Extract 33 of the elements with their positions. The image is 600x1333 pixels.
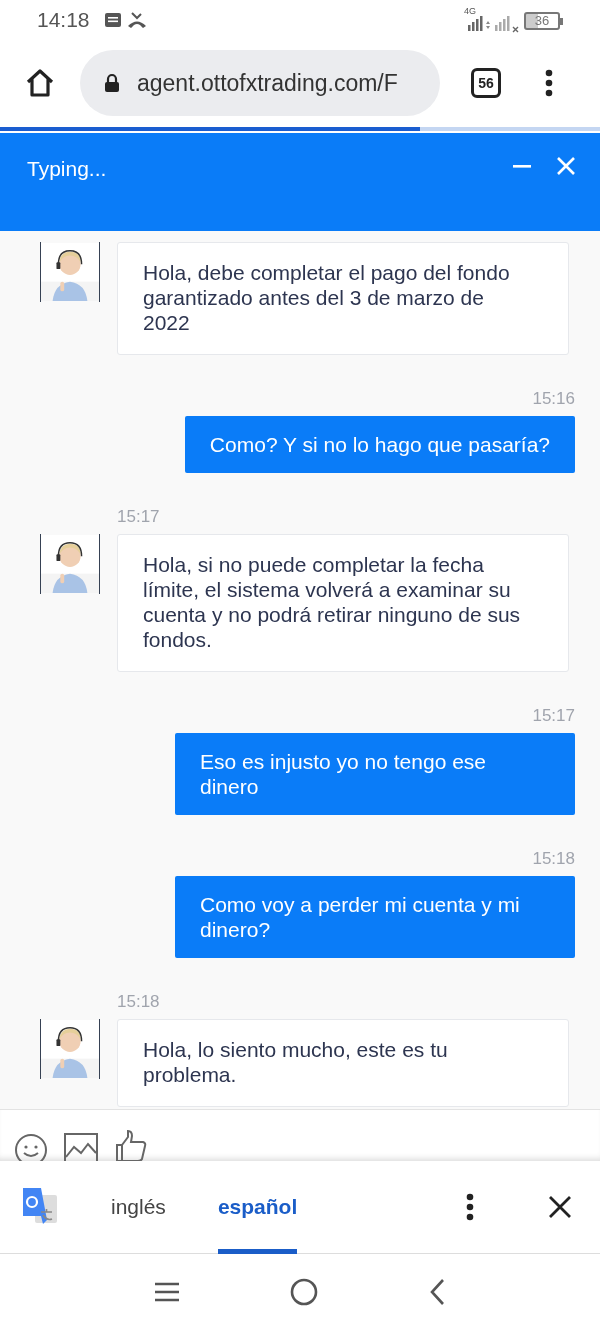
message-time: 15:17 bbox=[117, 507, 161, 527]
emoji-icon[interactable] bbox=[14, 1133, 48, 1161]
message-icon bbox=[103, 12, 122, 28]
network-label: 4G bbox=[464, 5, 476, 18]
address-bar[interactable]: agent.ottofxtrading.com/F bbox=[80, 50, 440, 116]
sent-message: Como voy a perder mi cuenta y mi dinero? bbox=[175, 876, 575, 958]
menu-icon[interactable] bbox=[154, 1280, 180, 1303]
message-time: 15:18 bbox=[117, 992, 161, 1012]
received-message: Hola, si no puede completar la fecha límite, el sistema volverá a examinar su cuenta y no podrá retirar ninguno de sus fondos. bbox=[117, 534, 569, 672]
message-time: 15:18 bbox=[532, 849, 575, 869]
battery-indicator: 36 bbox=[524, 12, 560, 30]
thumbs-up-icon[interactable] bbox=[114, 1129, 148, 1161]
chat-title: Typing... bbox=[27, 156, 107, 182]
lock-icon bbox=[104, 73, 120, 93]
home-icon[interactable] bbox=[24, 67, 56, 99]
language-tab[interactable]: español bbox=[217, 1160, 298, 1254]
url-text: agent.ottofxtrading.com/F bbox=[137, 68, 398, 98]
message-time: 15:17 bbox=[532, 706, 575, 726]
message-time: 15:16 bbox=[532, 389, 575, 409]
more-icon[interactable] bbox=[466, 1193, 474, 1221]
close-icon[interactable] bbox=[548, 1195, 572, 1219]
received-message: Hola, debe completar el pago del fondo garantizado antes del 3 de marzo de 2022 bbox=[117, 242, 569, 355]
received-message: Hola, lo siento mucho, este es tu problema. bbox=[117, 1019, 569, 1107]
tab-count[interactable]: 56 bbox=[471, 68, 501, 98]
back-icon[interactable] bbox=[428, 1277, 446, 1306]
image-icon[interactable] bbox=[64, 1133, 98, 1161]
translate-icon[interactable] bbox=[21, 1188, 59, 1226]
sent-message: Eso es injusto yo no tengo ese dinero bbox=[175, 733, 575, 815]
clock: 14:18 bbox=[37, 7, 90, 34]
home-button-icon[interactable] bbox=[290, 1277, 318, 1306]
sent-message: Como? Y si no lo hago que pasaría? bbox=[184, 416, 575, 473]
menu-icon[interactable] bbox=[545, 69, 553, 97]
language-tab[interactable]: inglés bbox=[111, 1160, 166, 1254]
